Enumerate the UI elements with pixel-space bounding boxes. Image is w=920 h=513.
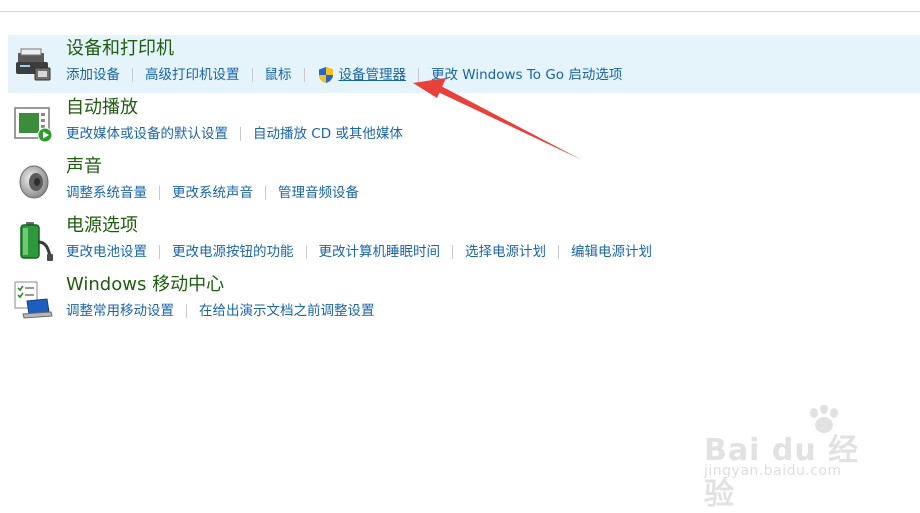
group-links: 调整系统音量 更改系统声音 管理音频设备 <box>66 183 359 203</box>
link-separator <box>251 68 253 82</box>
group-title[interactable]: 声音 <box>66 154 102 180</box>
link-manage-audio-devices[interactable]: 管理音频设备 <box>278 183 359 203</box>
group-title[interactable]: 电源选项 <box>66 213 138 239</box>
link-sleep-time[interactable]: 更改计算机睡眠时间 <box>319 242 441 262</box>
link-change-media-defaults[interactable]: 更改媒体或设备的默认设置 <box>66 124 228 144</box>
link-choose-power-plan[interactable]: 选择电源计划 <box>465 242 546 262</box>
link-add-device[interactable]: 添加设备 <box>66 65 120 85</box>
group-sound: 声音 调整系统音量 更改系统声音 管理音频设备 <box>8 153 920 211</box>
group-title[interactable]: Windows 移动中心 <box>66 272 224 298</box>
group-title[interactable]: 设备和打印机 <box>66 36 174 62</box>
group-mobility-center: Windows 移动中心 调整常用移动设置 在给出演示文档之前调整设置 <box>8 271 920 329</box>
link-adjust-volume[interactable]: 调整系统音量 <box>66 183 147 203</box>
link-separator <box>452 245 453 259</box>
group-devices-printers: 设备和打印机 添加设备 高级打印机设置 鼠标 设备管理器 更改 Windows … <box>8 35 920 93</box>
link-device-manager[interactable]: 设备管理器 <box>339 65 407 85</box>
group-power-options: 电源选项 更改电池设置 更改电源按钮的功能 更改计算机睡眠时间 选择电源计划 编… <box>8 212 920 270</box>
uac-shield-icon <box>318 67 333 83</box>
link-separator <box>159 186 160 200</box>
link-advanced-printer-setup[interactable]: 高级打印机设置 <box>145 65 240 85</box>
link-separator <box>418 68 419 82</box>
link-change-battery-settings[interactable]: 更改电池设置 <box>66 242 147 262</box>
printer-device-icon <box>16 48 51 81</box>
link-windows-to-go[interactable]: 更改 Windows To Go 启动选项 <box>431 65 622 85</box>
group-links: 调整常用移动设置 在给出演示文档之前调整设置 <box>66 301 375 321</box>
link-autoplay-cd[interactable]: 自动播放 CD 或其他媒体 <box>253 124 403 144</box>
link-separator <box>303 68 305 82</box>
link-separator <box>159 245 160 259</box>
top-divider <box>0 11 920 12</box>
group-links: 添加设备 高级打印机设置 鼠标 设备管理器 更改 Windows To Go 启… <box>66 65 622 85</box>
link-presentation-settings[interactable]: 在给出演示文档之前调整设置 <box>199 301 375 321</box>
group-autoplay: 自动播放 更改媒体或设备的默认设置 自动播放 CD 或其他媒体 <box>8 94 920 152</box>
group-title[interactable]: 自动播放 <box>66 95 138 121</box>
link-change-sounds[interactable]: 更改系统声音 <box>172 183 253 203</box>
group-links: 更改电池设置 更改电源按钮的功能 更改计算机睡眠时间 选择电源计划 编辑电源计划 <box>66 242 652 262</box>
link-separator <box>265 186 266 200</box>
link-common-mobility-settings[interactable]: 调整常用移动设置 <box>66 301 174 321</box>
mobility-center-icon <box>14 281 53 319</box>
group-links: 更改媒体或设备的默认设置 自动播放 CD 或其他媒体 <box>66 124 403 144</box>
link-separator <box>132 68 133 82</box>
link-separator <box>305 245 307 259</box>
baidu-watermark: Bai du 经验 jingyan.baidu.com <box>704 405 884 512</box>
watermark-url: jingyan.baidu.com <box>704 463 842 479</box>
link-edit-power-plan[interactable]: 编辑电源计划 <box>571 242 652 262</box>
autoplay-icon <box>14 107 53 143</box>
link-mouse[interactable]: 鼠标 <box>265 65 292 85</box>
speaker-icon <box>19 165 49 199</box>
link-separator <box>186 304 187 318</box>
device-manager-link-wrapper[interactable]: 设备管理器 <box>317 65 407 85</box>
battery-power-icon <box>20 222 53 261</box>
link-separator <box>558 245 559 259</box>
link-separator <box>240 127 241 141</box>
link-power-button-function[interactable]: 更改电源按钮的功能 <box>172 242 294 262</box>
